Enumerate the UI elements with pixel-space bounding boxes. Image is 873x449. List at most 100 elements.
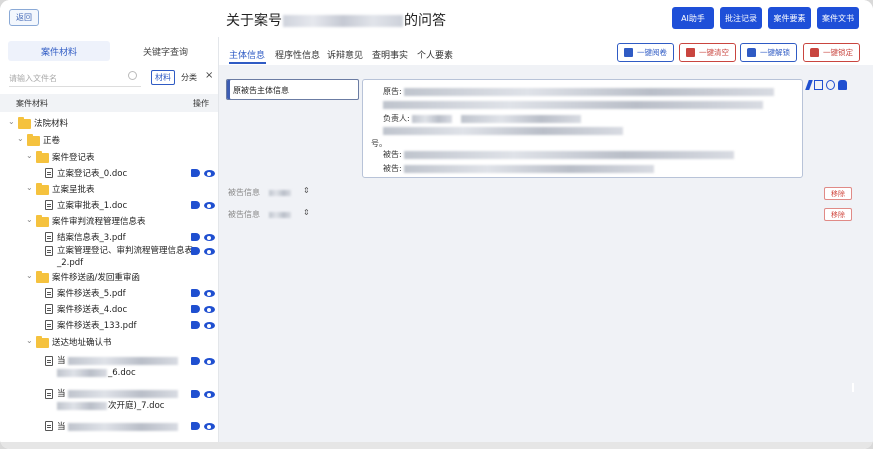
tree-node-label: 当 [57, 420, 178, 432]
chevron-down-icon[interactable]: ⌄ [8, 117, 15, 126]
tab-subject-info[interactable]: 主体信息 [229, 48, 265, 61]
remove-defendant-button-1[interactable]: 移除 [824, 187, 852, 200]
tree-node-label: 正卷 [43, 134, 60, 146]
sort-icon[interactable]: ⇕ [303, 208, 310, 217]
chevron-down-icon[interactable]: ⌄ [17, 134, 24, 143]
tree-node-text-cont: _6.doc [108, 368, 136, 378]
redacted-text [67, 389, 178, 398]
eye-icon[interactable] [204, 322, 215, 329]
file-search-input[interactable]: 请输入文件名 [9, 70, 141, 87]
one-click-review-button[interactable]: 一键阅卷 [617, 43, 674, 62]
header: 返回 关于案号 的问答 AI助手 批注记录 案件要素 案件文书 [0, 0, 873, 37]
history-icon[interactable] [826, 80, 835, 90]
sort-icon[interactable]: ⇕ [303, 186, 310, 195]
page-title: 关于案号 的问答 [226, 10, 446, 30]
document-file-icon [45, 421, 53, 431]
eye-icon[interactable] [204, 202, 215, 209]
edit-icon[interactable] [805, 80, 813, 90]
redacted-text [404, 164, 655, 173]
defendant-row-2: 被告: [383, 163, 655, 174]
scroll-indicator[interactable] [852, 383, 854, 392]
eye-icon[interactable] [204, 423, 215, 430]
eye-icon[interactable] [204, 358, 215, 365]
tree-node-label: 案件移送函/发回重审函 [52, 271, 140, 283]
defendant-label-2: 被告: [383, 164, 402, 173]
folder-icon [36, 151, 49, 163]
case-elements-button[interactable]: 案件要素 [768, 7, 811, 29]
document-file-icon [45, 356, 53, 366]
defendant-info-label-2: 被告信息 [228, 209, 291, 220]
redacted-text [460, 114, 581, 123]
back-button[interactable]: 返回 [9, 9, 39, 26]
redacted-text [57, 401, 107, 410]
view-materials-toggle[interactable]: 材料 [151, 70, 175, 85]
tab-personal-elements[interactable]: 个人要素 [417, 48, 453, 61]
document-icon[interactable] [814, 80, 823, 90]
tab-case-materials[interactable]: 案件材料 [8, 41, 110, 61]
number-label: 号。 [371, 139, 387, 148]
tag-icon[interactable] [191, 422, 200, 430]
tree-node-label: 案件审判流程管理信息表 [52, 215, 146, 227]
left-panel: 案件材料 关键字查询 请输入文件名 材料 分类 × 案件材料 操作 ⌄ 法院材料 ⌄… [0, 37, 219, 442]
active-tab-underline [229, 62, 266, 64]
redacted-text [57, 368, 107, 377]
redacted-text [268, 189, 291, 196]
folder-icon [36, 271, 49, 283]
collapse-icon[interactable]: × [205, 70, 213, 81]
defendant-info-label-1: 被告信息 [228, 187, 291, 198]
tree-node-label: 案件登记表 [52, 151, 95, 163]
document-file-icon [45, 232, 53, 242]
tree-node-label: 结案信息表_3.pdf [57, 231, 126, 243]
chevron-down-icon[interactable]: ⌄ [26, 183, 33, 192]
tab-claims-defenses[interactable]: 诉辩意见 [327, 48, 363, 61]
card-tools [805, 80, 847, 90]
tree-node-label: 案件移送表_5.pdf [57, 287, 126, 299]
defendant-info-text-2: 被告信息 [228, 210, 260, 219]
chevron-down-icon[interactable]: ⌄ [26, 215, 33, 224]
tab-facts[interactable]: 查明事实 [372, 48, 408, 61]
eye-icon[interactable] [204, 234, 215, 241]
party-info-button[interactable]: 原被告主体信息 [226, 79, 359, 100]
one-click-clear-button[interactable]: 一键清空 [679, 43, 736, 62]
tree-node-text: 正卷 [43, 136, 61, 146]
tag-icon[interactable] [191, 247, 200, 255]
search-icon[interactable] [128, 71, 137, 80]
tree-node-text: 案件审判流程管理信息表 [52, 217, 146, 227]
document-file-icon [45, 168, 53, 178]
tree-col-action: 操作 [193, 99, 209, 108]
tree-node-text: 案件移送表_133.pdf [57, 321, 137, 331]
tree-header: 案件材料 操作 [0, 94, 218, 112]
view-category-toggle[interactable]: 分类 [178, 70, 200, 85]
annotation-record-button[interactable]: 批注记录 [720, 7, 762, 29]
tag-icon[interactable] [191, 201, 200, 209]
tree-node-label: 法院材料 [34, 117, 68, 129]
tag-icon[interactable] [191, 233, 200, 241]
lock-small-icon[interactable] [838, 80, 847, 90]
tag-icon[interactable] [191, 169, 200, 177]
one-click-unlock-button[interactable]: 一键解锁 [740, 43, 797, 62]
eye-icon[interactable] [204, 248, 215, 255]
eye-icon[interactable] [204, 290, 215, 297]
tag-icon[interactable] [191, 390, 200, 398]
title-suffix: 的问答 [404, 13, 446, 29]
ai-assistant-button[interactable]: AI助手 [672, 7, 714, 29]
tab-procedural-info[interactable]: 程序性信息 [275, 48, 320, 61]
eye-icon[interactable] [204, 306, 215, 313]
tag-icon[interactable] [191, 289, 200, 297]
responsible-person-row: 负责人: [383, 113, 581, 124]
tab-keyword-search[interactable]: 关键字查询 [118, 41, 213, 61]
case-documents-button[interactable]: 案件文书 [817, 7, 859, 29]
chevron-down-icon[interactable]: ⌄ [26, 336, 33, 345]
eye-icon[interactable] [204, 170, 215, 177]
eye-icon[interactable] [204, 391, 215, 398]
tag-icon[interactable] [191, 305, 200, 313]
remove-defendant-button-2[interactable]: 移除 [824, 208, 852, 221]
tag-icon[interactable] [191, 357, 200, 365]
tree-node-label: 当 _6.doc [57, 355, 178, 379]
tag-icon[interactable] [191, 321, 200, 329]
clear-icon [686, 48, 695, 57]
chevron-down-icon[interactable]: ⌄ [26, 271, 33, 280]
folder-icon [36, 183, 49, 195]
one-click-lock-button[interactable]: 一键锁定 [803, 43, 860, 62]
chevron-down-icon[interactable]: ⌄ [26, 151, 33, 160]
